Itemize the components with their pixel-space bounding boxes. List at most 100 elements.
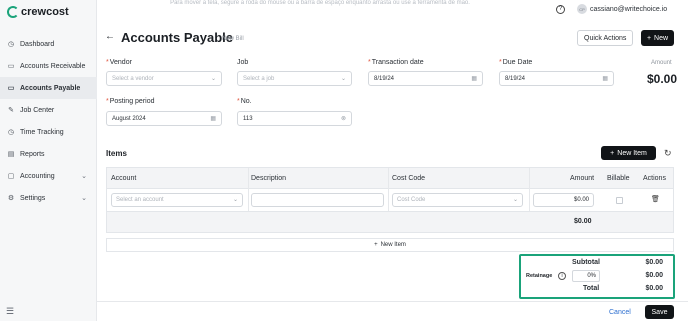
sidebar-item-accounts-payable[interactable]: ▭ Accounts Payable <box>0 77 97 99</box>
calendar-icon: ▦ <box>471 76 477 82</box>
receivable-icon: ▭ <box>7 63 15 70</box>
help-icon[interactable]: ? <box>556 5 565 14</box>
refresh-icon[interactable]: ↻ <box>664 148 672 159</box>
number-input[interactable]: 113 ⊗ <box>237 111 352 126</box>
sidebar-item-label: Accounts Receivable <box>20 62 86 70</box>
vendor-placeholder: Select a vendor <box>112 75 154 82</box>
totals-panel: Subtotal $0.00 Retainage i 0% $0.00 Tota… <box>519 254 675 299</box>
vendor-select[interactable]: Select a vendor ⌄ <box>106 71 222 86</box>
amount-label: Amount <box>651 60 672 66</box>
calendar-icon: ▦ <box>210 116 216 122</box>
job-label: Job <box>237 59 249 66</box>
plus-icon: + <box>374 242 378 248</box>
logo-mark-icon <box>7 6 19 18</box>
transaction-date-input[interactable]: 8/19/24 ▦ <box>368 71 483 86</box>
calendar-icon: ▦ <box>602 76 608 82</box>
required-marker: * <box>106 98 109 105</box>
chevron-down-icon: ⌄ <box>81 195 87 202</box>
column-header-billable: Billable <box>607 175 630 182</box>
sidebar-item-reports[interactable]: ▤ Reports <box>0 143 97 165</box>
clear-icon[interactable]: ⊗ <box>341 115 346 122</box>
total-value: $0.00 <box>645 285 663 292</box>
app-logo[interactable]: crewcost <box>7 6 69 18</box>
gear-icon: ⚙ <box>7 195 15 202</box>
column-header-account: Account <box>111 175 137 182</box>
number-label-text: No. <box>240 98 252 105</box>
transaction-date-label-text: Transaction date <box>371 59 424 66</box>
page-title: Accounts Payable <box>121 30 233 45</box>
new-item-button[interactable]: + New Item <box>601 146 656 160</box>
required-marker: * <box>499 59 502 66</box>
new-button[interactable]: + New <box>641 30 674 46</box>
required-marker: * <box>106 59 109 66</box>
billable-checkbox[interactable] <box>616 197 623 204</box>
sidebar-item-dashboard[interactable]: ◷ Dashboard <box>0 33 97 55</box>
required-marker: * <box>368 59 371 66</box>
items-heading: Items <box>106 149 127 158</box>
footer-bar <box>97 301 688 321</box>
report-icon: ▤ <box>7 151 15 158</box>
row-amount-value: $0.00 <box>573 197 589 203</box>
back-arrow-icon[interactable]: ← <box>105 31 115 42</box>
table-row: Select an account ⌄ Cost Code ⌄ $0.00 🗑 <box>107 189 673 211</box>
vendor-label: *Vendor <box>106 59 132 66</box>
sidebar-item-label: Reports <box>20 150 45 158</box>
info-icon[interactable]: i <box>558 272 566 280</box>
due-date-label: *Due Date <box>499 59 532 66</box>
number-label: *No. <box>237 98 252 105</box>
new-button-label: New <box>654 34 669 42</box>
retainage-label: Retainage <box>526 273 553 279</box>
cancel-button[interactable]: Cancel <box>609 309 631 316</box>
user-email: cassiano@writechoice.io <box>590 5 668 13</box>
collapse-sidebar-icon[interactable]: ☰ <box>6 306 14 317</box>
dashboard-icon: ◷ <box>7 41 15 48</box>
total-label: Total <box>583 285 600 292</box>
trash-icon[interactable]: 🗑 <box>651 195 660 203</box>
cost-code-select[interactable]: Cost Code ⌄ <box>392 193 523 207</box>
page-subtitle: New Bill <box>222 36 244 42</box>
column-header-actions: Actions <box>643 175 666 182</box>
payable-icon: ▭ <box>7 85 15 92</box>
new-item-label: New Item <box>617 149 647 157</box>
add-item-label: New Item <box>380 242 406 248</box>
job-placeholder: Select a job <box>243 75 275 82</box>
posting-period-input[interactable]: August 2024 ▦ <box>106 111 222 126</box>
transaction-date-label: *Transaction date <box>368 59 424 66</box>
due-date-input[interactable]: 8/19/24 ▦ <box>499 71 614 86</box>
due-date-value: 8/19/24 <box>505 75 526 82</box>
retainage-value: $0.00 <box>645 272 663 279</box>
chevron-down-icon: ⌄ <box>81 173 87 180</box>
due-date-label-text: Due Date <box>502 59 533 66</box>
clock-icon: ◷ <box>7 129 15 136</box>
chevron-down-icon: ⌄ <box>512 197 518 203</box>
add-item-row-button[interactable]: + New Item <box>106 238 674 252</box>
sidebar-item-accounting[interactable]: ▢ Accounting ⌄ <box>0 165 97 187</box>
amount-value: $0.00 <box>647 72 678 86</box>
cost-code-placeholder: Cost Code <box>397 197 426 203</box>
chevron-down-icon: ⌄ <box>210 76 216 82</box>
sidebar-item-accounts-receivable[interactable]: ▭ Accounts Receivable <box>0 55 97 77</box>
sidebar-item-time-tracking[interactable]: ◷ Time Tracking <box>0 121 97 143</box>
retainage-percent-input[interactable]: 0% <box>572 270 600 282</box>
amount-input[interactable]: $0.00 <box>533 193 594 207</box>
account-placeholder: Select an account <box>116 197 164 203</box>
avatar: CP <box>577 4 587 14</box>
subtotal-label: Subtotal <box>572 259 600 266</box>
transaction-date-value: 8/19/24 <box>374 75 395 82</box>
description-input[interactable] <box>251 193 384 207</box>
account-select[interactable]: Select an account ⌄ <box>111 193 243 207</box>
logo-text: crewcost <box>21 6 69 18</box>
user-menu[interactable]: CP cassiano@writechoice.io <box>577 4 667 14</box>
sidebar-item-label: Dashboard <box>20 40 55 48</box>
sidebar-item-label: Time Tracking <box>20 128 64 136</box>
save-button[interactable]: Save <box>645 305 674 319</box>
job-select[interactable]: Select a job ⌄ <box>237 71 352 86</box>
table-total-row: $0.00 <box>107 211 673 232</box>
posting-period-value: August 2024 <box>112 115 146 122</box>
number-value: 113 <box>243 115 253 122</box>
sidebar: crewcost ◷ Dashboard ▭ Accounts Receivab… <box>0 0 97 321</box>
sidebar-item-settings[interactable]: ⚙ Settings ⌄ <box>0 187 97 209</box>
quick-actions-button[interactable]: Quick Actions <box>577 30 634 46</box>
sidebar-item-job-center[interactable]: ✎ Job Center <box>0 99 97 121</box>
required-marker: * <box>237 98 240 105</box>
